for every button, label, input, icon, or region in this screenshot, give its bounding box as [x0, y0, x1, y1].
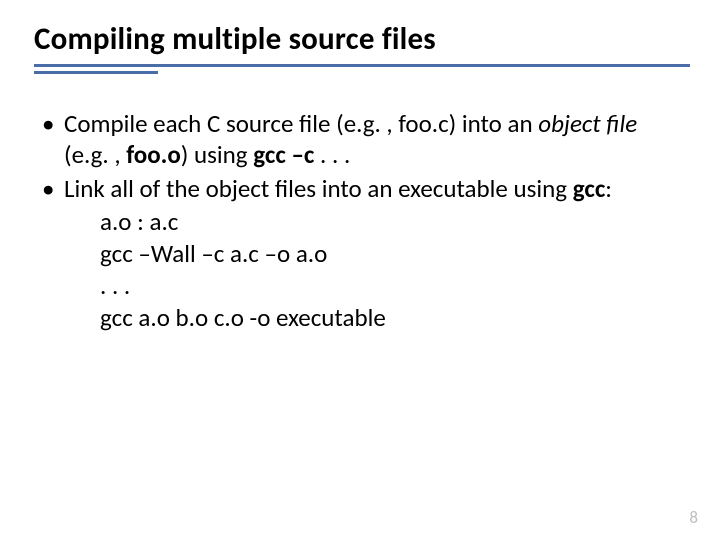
slide-body: Compile each C source file (e.g. , foo.c… — [34, 108, 674, 334]
title-underline — [34, 64, 690, 76]
text-bold: gcc — [573, 173, 606, 204]
code-line-2: gcc –Wall –c a.c –o a.o — [34, 238, 674, 270]
code-line-3: . . . — [34, 270, 674, 302]
text: : — [605, 173, 612, 204]
page-number: 8 — [689, 507, 698, 528]
text: Link all of the object files into an exe… — [64, 173, 573, 204]
underline-bar-top — [34, 64, 690, 67]
code-line-1: a.o : a.c — [34, 206, 674, 238]
text-italic: object file — [538, 108, 637, 139]
slide-title: Compiling multiple source files — [34, 20, 436, 58]
text: ) using — [181, 139, 253, 170]
text: . . . — [314, 139, 350, 170]
bullet-item-2: Link all of the object files into an exe… — [34, 173, 674, 204]
code-line-4: gcc a.o b.o c.o -o executable — [34, 302, 674, 334]
text-bold: foo.o — [126, 139, 181, 170]
text-bold: gcc –c — [253, 139, 314, 170]
text: (e.g. , — [64, 139, 126, 170]
slide: Compiling multiple source files Compile … — [0, 0, 720, 540]
text: Compile each C source file (e.g. , foo.c… — [64, 108, 538, 139]
bullet-item-1: Compile each C source file (e.g. , foo.c… — [34, 108, 674, 171]
underline-bar-short — [34, 71, 158, 74]
